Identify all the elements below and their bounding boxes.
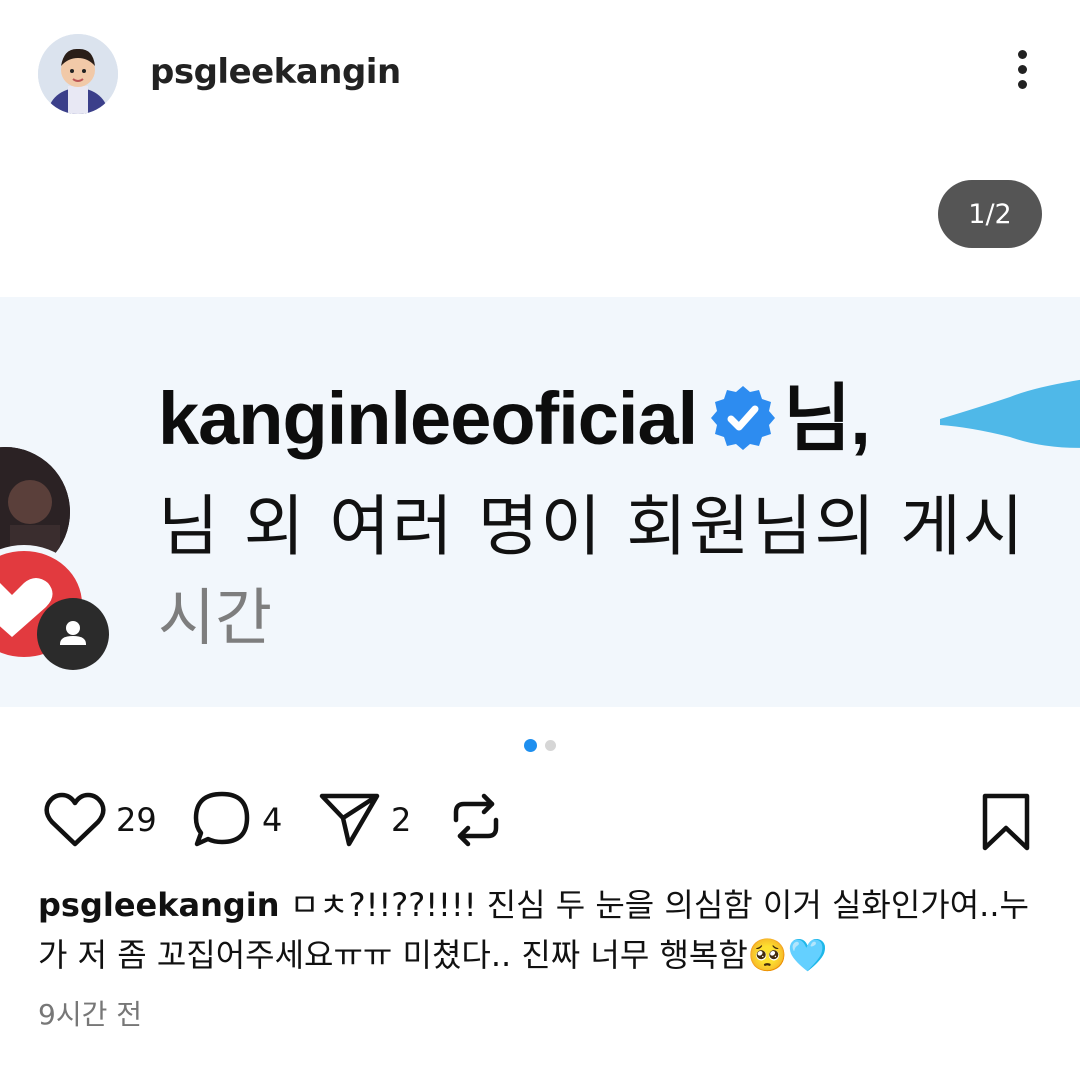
post-timestamp: 9시간 전 <box>38 998 142 1031</box>
verified-badge-icon <box>707 382 779 454</box>
image-text-line1: kanginleeoficial 님, <box>158 377 871 460</box>
repost-button[interactable] <box>448 790 504 850</box>
more-dot-icon <box>1017 80 1027 89</box>
bookmark-icon <box>982 793 1030 851</box>
tagged-users-button[interactable] <box>37 598 109 670</box>
more-dot-icon <box>1017 50 1027 59</box>
comment-button[interactable]: 4 <box>192 790 282 850</box>
post-header: psgleekangin <box>0 0 1080 150</box>
comment-icon <box>193 791 250 847</box>
save-button[interactable] <box>980 792 1032 856</box>
redaction-scribble <box>940 379 1080 448</box>
heart-icon <box>44 792 106 847</box>
person-icon <box>60 621 86 645</box>
repost-icon <box>453 793 499 847</box>
like-count: 29 <box>116 801 157 839</box>
image-text-line2: 님 외 여러 명이 회원님의 게시 <box>158 488 1026 565</box>
carousel-indicator <box>0 739 1080 752</box>
post-author-username[interactable]: psgleekangin <box>150 52 401 92</box>
share-button[interactable]: 2 <box>319 790 411 850</box>
like-button[interactable]: 29 <box>44 790 157 850</box>
more-dot-icon <box>1017 65 1027 74</box>
profile-avatar[interactable] <box>38 34 118 114</box>
post-actions-bar: 29 4 2 <box>0 780 1080 860</box>
more-options-button[interactable] <box>1002 50 1042 98</box>
post-image[interactable]: kanginleeoficial 님, 님 외 여러 명이 회원님의 게시 시간 <box>0 297 1080 707</box>
caption-username[interactable]: psgleekangin <box>38 886 280 924</box>
carousel-dot-active <box>524 739 537 752</box>
share-count: 2 <box>391 801 412 839</box>
post-caption: psgleekangin ㅁㅊ?!!??!!!! 진심 두 눈을 의심함 이거 … <box>38 880 1048 980</box>
paper-plane-icon <box>319 793 380 847</box>
image-text-line3: 시간 <box>158 581 273 654</box>
carousel-counter: 1/2 <box>938 180 1042 248</box>
comment-count: 4 <box>262 801 283 839</box>
carousel-dot <box>545 740 556 751</box>
